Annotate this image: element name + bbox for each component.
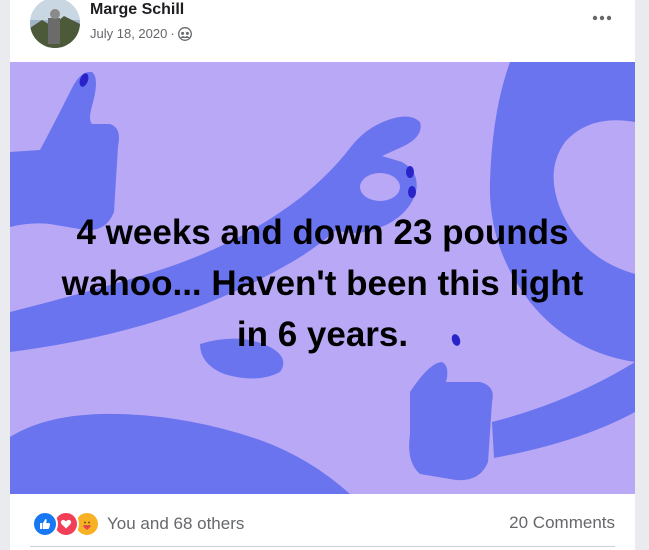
meta-separator: ·	[170, 26, 175, 41]
post-header: Marge Schill July 18, 2020 ·	[10, 0, 635, 62]
care-icon	[81, 518, 93, 530]
post-background: 4 weeks and down 23 pounds wahoo... Have…	[10, 62, 635, 494]
more-options-button[interactable]	[589, 8, 615, 28]
like-icon	[40, 519, 51, 529]
more-dots-icon	[592, 15, 612, 21]
avatar-photo	[30, 0, 80, 48]
avatar[interactable]	[30, 0, 80, 48]
post-date[interactable]: July 18, 2020	[90, 26, 167, 41]
reactions-bar[interactable]: You and 68 others	[32, 511, 244, 537]
footer-divider	[30, 546, 615, 547]
love-icon	[60, 519, 72, 529]
author-name[interactable]: Marge Schill	[90, 1, 184, 19]
reaction-summary[interactable]: You and 68 others	[107, 514, 244, 534]
post-meta: July 18, 2020 ·	[90, 26, 192, 41]
comments-count[interactable]: 20 Comments	[509, 513, 615, 533]
post-card: Marge Schill July 18, 2020 · 4 weeks and…	[10, 0, 635, 550]
friends-icon[interactable]	[177, 26, 192, 41]
post-footer: You and 68 others 20 Comments	[10, 494, 635, 550]
post-text: 4 weeks and down 23 pounds wahoo... Have…	[61, 213, 584, 354]
like-reaction	[32, 511, 58, 537]
